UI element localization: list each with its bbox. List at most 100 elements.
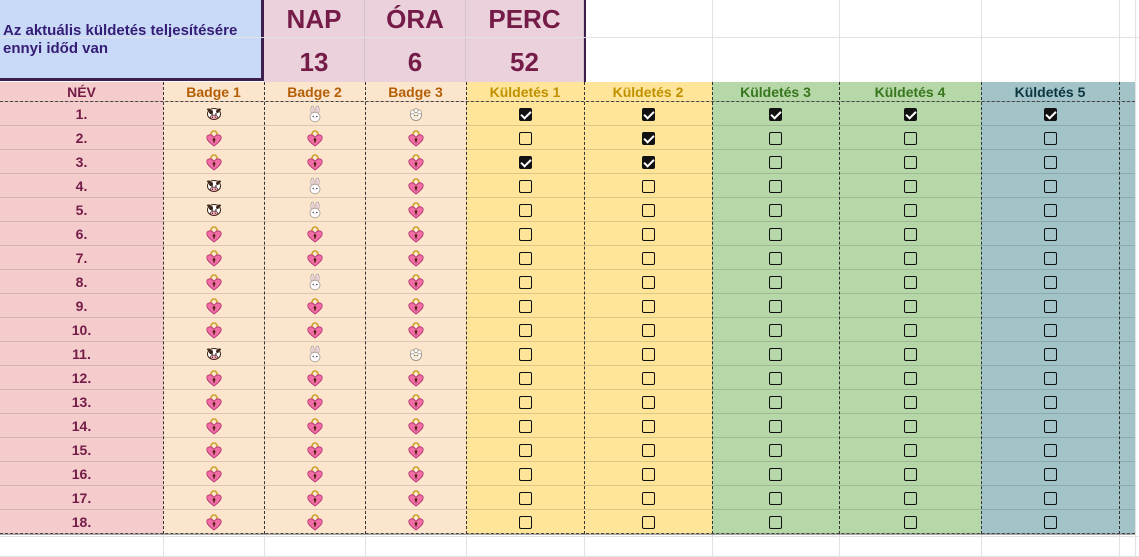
mission-checkbox[interactable]: [641, 371, 655, 385]
mission-checkbox[interactable]: [1043, 275, 1057, 289]
mission-checkbox[interactable]: [1043, 179, 1057, 193]
mission-checkbox[interactable]: [1043, 203, 1057, 217]
mission-checkbox[interactable]: [641, 299, 655, 313]
badge-cell: [264, 510, 365, 534]
mission-checkbox[interactable]: [518, 371, 532, 385]
heart-lock-icon: [306, 466, 323, 483]
mission-checkbox[interactable]: [1043, 227, 1057, 241]
mission-checkbox[interactable]: [518, 467, 532, 481]
mission-checkbox[interactable]: [641, 467, 655, 481]
mission-cell: [466, 414, 584, 438]
mission-checkbox[interactable]: [903, 491, 917, 505]
mission-checkbox[interactable]: [1043, 155, 1057, 169]
mission-checkbox[interactable]: [518, 419, 532, 433]
mission-checkbox[interactable]: [903, 203, 917, 217]
mission-checkbox[interactable]: [518, 179, 532, 193]
mission-checkbox[interactable]: [769, 443, 782, 457]
mission-checkbox[interactable]: [641, 179, 655, 193]
mission-checkbox[interactable]: [641, 443, 655, 457]
mission-checkbox[interactable]: [903, 275, 917, 289]
mission-checkbox[interactable]: [769, 491, 782, 505]
bunny-badge-icon: [309, 201, 320, 219]
mission-checkbox[interactable]: [641, 347, 655, 361]
mission-checkbox[interactable]: [1043, 467, 1057, 481]
mission-checkbox[interactable]: [769, 251, 782, 265]
mission-checkbox[interactable]: [903, 323, 917, 337]
mission-checkbox[interactable]: [518, 275, 532, 289]
mission-checkbox[interactable]: [641, 203, 655, 217]
mission-checkbox[interactable]: [769, 155, 782, 169]
mission-checkbox[interactable]: [1043, 131, 1057, 145]
mission-checkbox[interactable]: [1043, 491, 1057, 505]
mission-checkbox[interactable]: [518, 491, 532, 505]
sheep-badge-icon: [409, 108, 422, 121]
mission-checkbox[interactable]: [769, 419, 782, 433]
mission-checkbox[interactable]: [769, 107, 782, 121]
mission-checkbox[interactable]: [769, 323, 782, 337]
mission-checkbox[interactable]: [903, 251, 917, 265]
mission-checkbox[interactable]: [1043, 395, 1057, 409]
mission-checkbox[interactable]: [518, 251, 532, 265]
mission-cell: [839, 126, 981, 150]
mission-checkbox[interactable]: [769, 371, 782, 385]
mission-checkbox[interactable]: [641, 395, 655, 409]
mission-checkbox[interactable]: [1043, 347, 1057, 361]
mission-checkbox[interactable]: [1043, 443, 1057, 457]
mission-checkbox[interactable]: [518, 131, 532, 145]
mission-checkbox[interactable]: [769, 203, 782, 217]
mission-checkbox[interactable]: [903, 227, 917, 241]
mission-checkbox[interactable]: [641, 515, 655, 529]
mission-checkbox[interactable]: [769, 179, 782, 193]
mission-checkbox[interactable]: [1043, 251, 1057, 265]
mission-checkbox[interactable]: [641, 107, 655, 121]
mission-checkbox[interactable]: [769, 275, 782, 289]
mission-checkbox[interactable]: [641, 155, 655, 169]
mission-checkbox[interactable]: [518, 107, 532, 121]
mission-checkbox[interactable]: [518, 299, 532, 313]
mission-checkbox[interactable]: [903, 155, 917, 169]
mission-checkbox[interactable]: [769, 467, 782, 481]
mission-checkbox[interactable]: [903, 515, 917, 529]
mission-checkbox[interactable]: [1043, 299, 1057, 313]
mission-checkbox[interactable]: [769, 395, 782, 409]
mission-checkbox[interactable]: [1043, 323, 1057, 337]
mission-checkbox[interactable]: [518, 515, 532, 529]
mission-checkbox[interactable]: [769, 347, 782, 361]
mission-checkbox[interactable]: [518, 155, 532, 169]
mission-checkbox[interactable]: [641, 251, 655, 265]
mission-checkbox[interactable]: [641, 227, 655, 241]
mission-checkbox[interactable]: [641, 419, 655, 433]
mission-checkbox[interactable]: [903, 467, 917, 481]
mission-checkbox[interactable]: [903, 347, 917, 361]
mission-checkbox[interactable]: [903, 131, 917, 145]
mission-checkbox[interactable]: [903, 299, 917, 313]
mission-checkbox[interactable]: [518, 323, 532, 337]
heart-lock-icon: [205, 130, 222, 147]
mission-checkbox[interactable]: [518, 395, 532, 409]
mission-checkbox[interactable]: [641, 275, 655, 289]
mission-checkbox[interactable]: [641, 323, 655, 337]
mission-checkbox[interactable]: [769, 299, 782, 313]
mission-checkbox[interactable]: [903, 107, 917, 121]
mission-checkbox[interactable]: [769, 227, 782, 241]
heart-lock-icon: [306, 417, 323, 435]
mission-checkbox[interactable]: [903, 179, 917, 193]
mission-checkbox[interactable]: [1043, 515, 1057, 529]
mission-checkbox[interactable]: [518, 347, 532, 361]
table-bottom-border: [0, 534, 1135, 535]
mission-checkbox[interactable]: [518, 227, 532, 241]
mission-checkbox[interactable]: [903, 371, 917, 385]
mission-checkbox[interactable]: [641, 491, 655, 505]
mission-checkbox[interactable]: [641, 131, 655, 145]
mission-checkbox[interactable]: [769, 131, 782, 145]
mission-checkbox[interactable]: [903, 419, 917, 433]
mission-checkbox[interactable]: [518, 203, 532, 217]
heart-lock-icon: [407, 466, 424, 483]
mission-checkbox[interactable]: [1043, 419, 1057, 433]
mission-checkbox[interactable]: [1043, 107, 1057, 121]
mission-checkbox[interactable]: [903, 443, 917, 457]
mission-checkbox[interactable]: [1043, 371, 1057, 385]
mission-checkbox[interactable]: [903, 395, 917, 409]
mission-checkbox[interactable]: [518, 443, 532, 457]
mission-checkbox[interactable]: [769, 515, 782, 529]
